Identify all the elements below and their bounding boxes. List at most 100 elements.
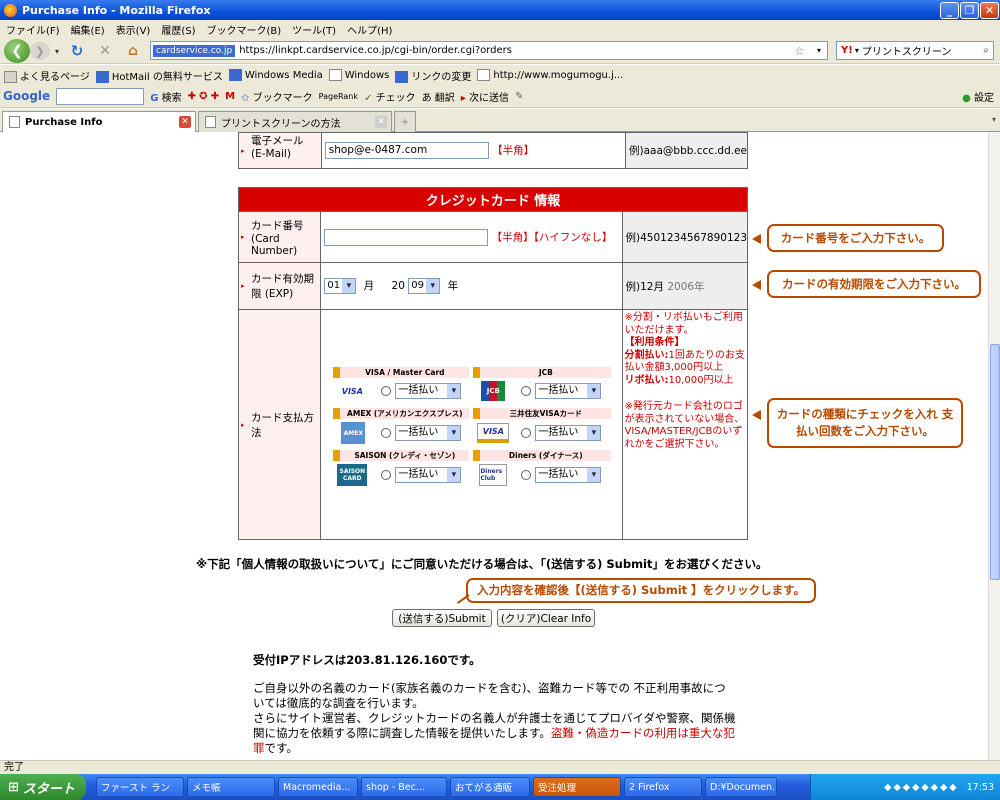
task-macromedia[interactable]: Macromedia...	[278, 777, 358, 797]
magnifier-icon[interactable]: ⌕	[983, 45, 989, 56]
forward-button[interactable]: ❯	[30, 42, 50, 60]
diners-radio[interactable]	[521, 470, 532, 480]
send-to-button[interactable]: ▸ 次に送信	[461, 89, 509, 104]
tab-close-icon[interactable]: ✕	[375, 116, 387, 128]
task-notepad[interactable]: メモ帳	[187, 777, 275, 797]
menu-file[interactable]: ファイル(F)	[6, 22, 60, 37]
yahoo-icon: Y!	[841, 45, 853, 56]
menu-history[interactable]: 履歴(S)	[161, 22, 195, 37]
history-dropdown[interactable]: ▾	[52, 46, 62, 56]
start-button[interactable]: ⊞ スタート	[0, 774, 86, 800]
amex-radio[interactable]	[381, 428, 392, 438]
bookmark-hotmail[interactable]: HotMail の無料サービス	[95, 68, 223, 83]
site-identity-label[interactable]: cardservice.co.jp	[153, 44, 236, 57]
task-order-processing[interactable]: 受注処理	[533, 777, 621, 797]
msn-icon	[95, 70, 109, 83]
google-settings-button[interactable]: ● 設定	[962, 89, 994, 104]
tab-label: プリントスクリーンの方法	[221, 118, 341, 130]
translate-label: 翻訳	[434, 92, 455, 104]
close-window-button[interactable]: ✕	[980, 2, 999, 19]
tab-printscreen[interactable]: プリントスクリーンの方法 ✕	[198, 111, 392, 132]
visa-master-payment-select[interactable]: 一括払い	[395, 383, 462, 399]
page-icon	[9, 116, 20, 128]
installment-note: ※分割・リボ払いもご利用いただけます。	[624, 312, 743, 336]
window-title: Purchase Info - Mozilla Firefox	[22, 3, 211, 17]
star-icon: ✩	[241, 92, 250, 104]
disclaimer-p2: さらにサイト運営者、クレジットカードの名義人が弁護士を通じてプロバイダや警察、関…	[253, 711, 737, 756]
back-button[interactable]: ❮	[4, 39, 30, 63]
search-input[interactable]: Y! ▾ プリントスクリーン ⌕	[836, 41, 994, 60]
taskbar: ⊞ スタート ファースト ラン メモ帳 Macromedia... shop - …	[0, 774, 1000, 800]
email-input[interactable]: shop@e-0487.com	[324, 142, 489, 159]
bookmark-label: リンクの変更	[411, 71, 472, 83]
tray-icons[interactable]: ◆◆◆◆◆◆◆◆	[884, 782, 958, 793]
minimize-button[interactable]: _	[940, 2, 959, 19]
url-dropdown-icon[interactable]: ▾	[817, 46, 821, 55]
task-documents[interactable]: D:¥Documen...	[705, 777, 777, 797]
task-first-run[interactable]: ファースト ラン	[96, 777, 184, 797]
menu-tools[interactable]: ツール(T)	[292, 22, 336, 37]
status-text: 完了	[4, 762, 24, 773]
home-icon[interactable]: ⌂	[124, 42, 142, 60]
menu-bookmarks[interactable]: ブックマーク(B)	[207, 22, 282, 37]
bookmark-label: Windows	[344, 70, 390, 81]
msn-icon	[228, 69, 242, 81]
google-logo[interactable]: Google	[3, 89, 50, 103]
google-bookmark-button[interactable]: ✩ ブックマーク	[241, 89, 313, 104]
tab-bar: Purchase Info ✕ プリントスクリーンの方法 ✕ + ▾	[0, 109, 1000, 132]
conditions-title: 【利用条件】	[624, 337, 685, 348]
submit-button[interactable]: (送信する)Submit	[392, 609, 492, 627]
reload-icon[interactable]: ↻	[68, 42, 86, 60]
google-g-icon: G	[150, 92, 159, 104]
send-to-label: 次に送信	[468, 92, 509, 104]
stop-icon[interactable]: ✕	[96, 42, 114, 60]
saison-radio[interactable]	[381, 470, 392, 480]
google-search-input[interactable]	[56, 87, 145, 105]
new-tab-button[interactable]: +	[394, 111, 416, 132]
brand-header-smbc: 三井住友VISAカード	[473, 408, 612, 419]
vertical-scrollbar[interactable]	[988, 132, 1000, 760]
url-bar[interactable]: cardservice.co.jp https://linkpt.cardser…	[150, 41, 828, 60]
expiry-month-select[interactable]: 01	[324, 278, 357, 294]
maximize-button[interactable]: ❐	[960, 2, 979, 19]
spellcheck-button[interactable]: ✓ チェック	[364, 89, 416, 104]
bookmark-most-visited[interactable]: よく見るページ	[4, 68, 90, 83]
task-otegaru[interactable]: おてがる通販	[450, 777, 530, 797]
diners-payment-select[interactable]: 一括払い	[535, 467, 602, 483]
tab-list-icon[interactable]: ▾	[992, 115, 996, 124]
windows-logo-icon: ⊞	[8, 779, 19, 795]
forward-arrow-icon: ❯	[35, 44, 45, 58]
scrollbar-thumb[interactable]	[990, 344, 1000, 580]
bookmark-windows[interactable]: Windows	[328, 69, 390, 81]
task-firefox[interactable]: 2 Firefox	[624, 777, 702, 797]
search-engine-dropdown-icon[interactable]: ▾	[855, 46, 859, 55]
expiry-year-select[interactable]: 09	[408, 278, 441, 294]
clear-info-button[interactable]: (クリア)Clear Info	[497, 609, 595, 627]
star-icon[interactable]: ☆	[794, 44, 805, 58]
smbc-radio[interactable]	[521, 428, 532, 438]
saison-payment-select[interactable]: 一括払い	[395, 467, 462, 483]
bookmark-link-change[interactable]: リンクの変更	[395, 68, 471, 83]
task-shop[interactable]: shop - Bec...	[361, 777, 447, 797]
menu-edit[interactable]: 編集(E)	[71, 22, 105, 37]
credit-card-header: クレジットカード 情報	[238, 187, 748, 212]
gmail-icon[interactable]: M	[225, 91, 235, 102]
toolbar-tools-icon[interactable]: ✚ ✪ ✚	[188, 91, 220, 102]
google-search-button[interactable]: G 検索	[150, 89, 181, 104]
smbc-payment-select[interactable]: 一括払い	[535, 425, 602, 441]
amex-payment-select[interactable]: 一括払い	[395, 425, 462, 441]
jcb-payment-select[interactable]: 一括払い	[535, 383, 602, 399]
bookmark-mogumogu[interactable]: http://www.mogumogu.j...	[477, 69, 623, 81]
tab-purchase-info[interactable]: Purchase Info ✕	[2, 111, 196, 132]
pencil-icon[interactable]: ✎	[515, 91, 523, 102]
translate-button[interactable]: あ 翻訳	[422, 89, 455, 104]
spellcheck-label: チェック	[375, 92, 416, 104]
menu-help[interactable]: ヘルプ(H)	[347, 22, 392, 37]
jcb-radio[interactable]	[521, 386, 532, 396]
tab-close-icon[interactable]: ✕	[179, 116, 191, 128]
menu-view[interactable]: 表示(V)	[116, 22, 151, 37]
visa-master-radio[interactable]	[381, 386, 392, 396]
card-number-input[interactable]	[324, 228, 489, 246]
bookmark-windows-media[interactable]: Windows Media	[228, 69, 323, 81]
expiry-cell: 01 月 20 09 年	[320, 262, 623, 310]
